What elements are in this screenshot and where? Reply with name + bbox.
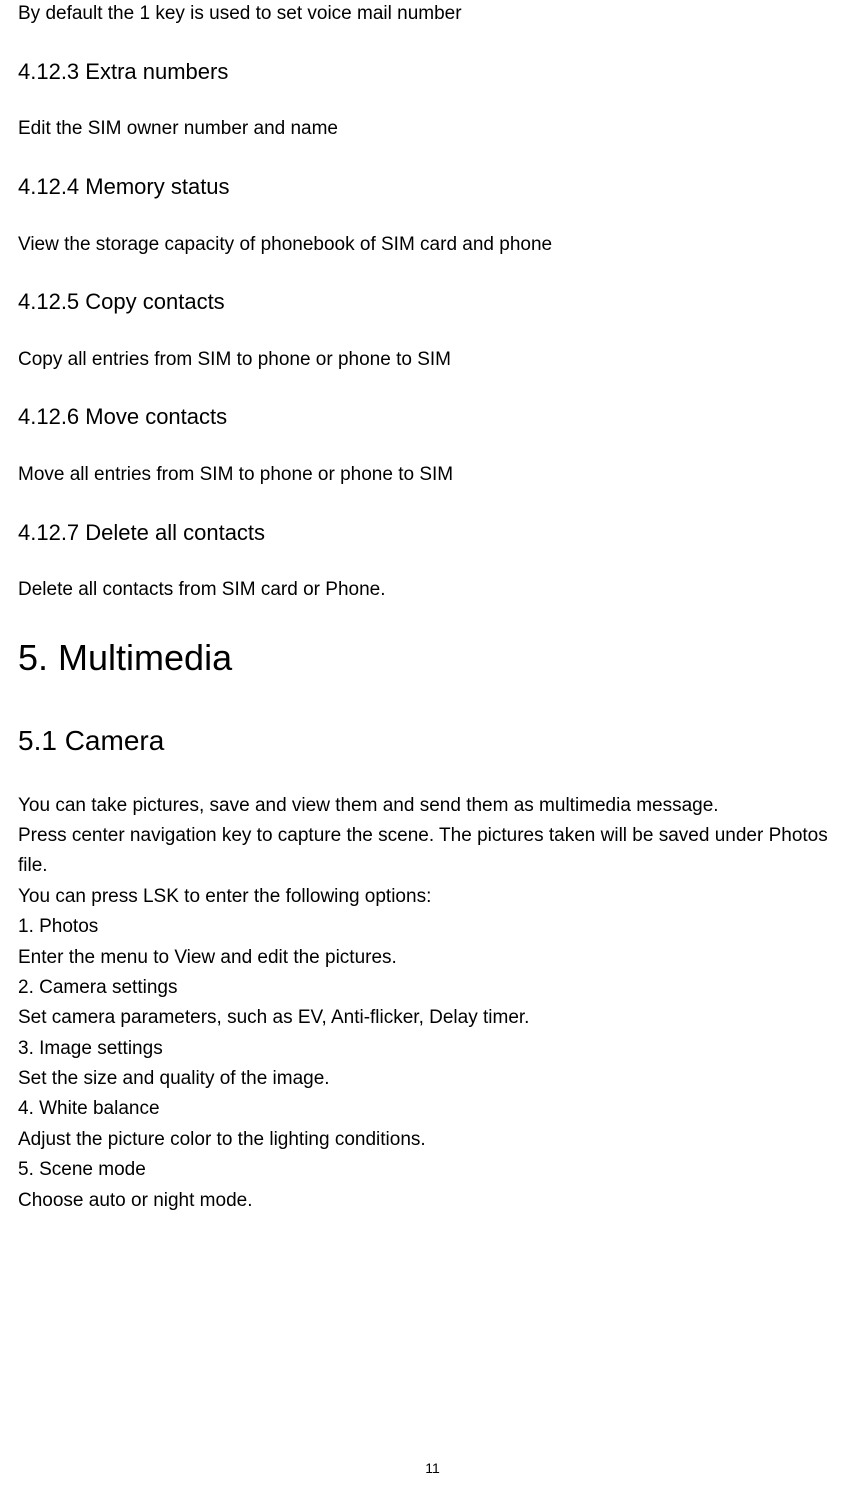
heading-4-12-6: 4.12.6 Move contacts xyxy=(18,402,847,433)
heading-4-12-7: 4.12.7 Delete all contacts xyxy=(18,518,847,549)
option-3-title: 3. Image settings xyxy=(18,1034,847,1064)
option-4-body: Adjust the picture color to the lighting… xyxy=(18,1125,847,1155)
body-4-12-6: Move all entries from SIM to phone or ph… xyxy=(18,461,847,490)
option-1-title: 1. Photos xyxy=(18,912,847,942)
body-4-12-4: View the storage capacity of phonebook o… xyxy=(18,231,847,260)
intro-text: By default the 1 key is used to set voic… xyxy=(18,0,847,29)
option-3-body: Set the size and quality of the image. xyxy=(18,1064,847,1094)
option-5-body: Choose auto or night mode. xyxy=(18,1186,847,1216)
para-5-1-1: You can take pictures, save and view the… xyxy=(18,791,847,821)
para-5-1-3: You can press LSK to enter the following… xyxy=(18,882,847,912)
option-5-title: 5. Scene mode xyxy=(18,1155,847,1185)
body-4-12-5: Copy all entries from SIM to phone or ph… xyxy=(18,346,847,375)
section-5-1-body: You can take pictures, save and view the… xyxy=(18,791,847,1216)
body-4-12-7: Delete all contacts from SIM card or Pho… xyxy=(18,576,847,605)
para-5-1-2: Press center navigation key to capture t… xyxy=(18,821,847,882)
option-1-body: Enter the menu to View and edit the pict… xyxy=(18,943,847,973)
heading-5: 5. Multimedia xyxy=(18,633,847,683)
option-2-title: 2. Camera settings xyxy=(18,973,847,1003)
heading-4-12-5: 4.12.5 Copy contacts xyxy=(18,287,847,318)
heading-4-12-4: 4.12.4 Memory status xyxy=(18,172,847,203)
body-4-12-3: Edit the SIM owner number and name xyxy=(18,115,847,144)
page-number: 11 xyxy=(425,1460,440,1476)
heading-4-12-3: 4.12.3 Extra numbers xyxy=(18,57,847,88)
heading-5-1: 5.1 Camera xyxy=(18,721,847,760)
option-2-body: Set camera parameters, such as EV, Anti-… xyxy=(18,1003,847,1033)
option-4-title: 4. White balance xyxy=(18,1094,847,1124)
